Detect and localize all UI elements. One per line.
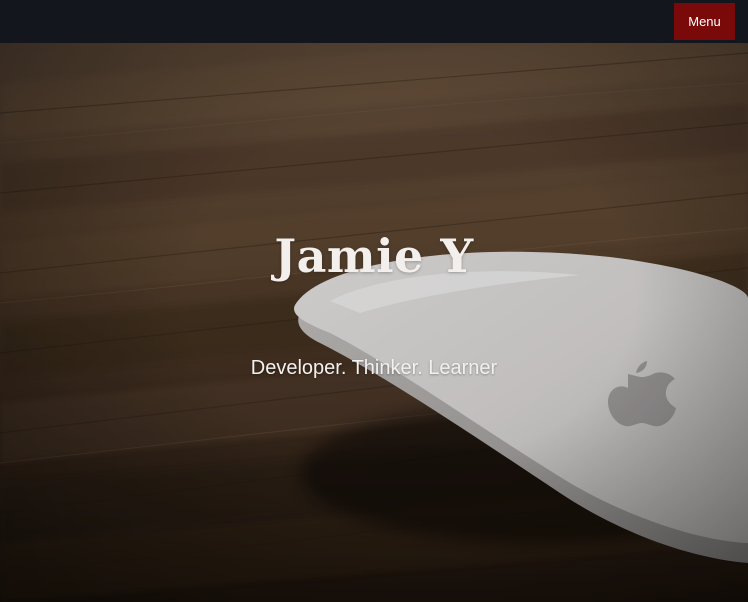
menu-button[interactable]: Menu — [674, 3, 735, 40]
hero-background-image — [0, 43, 748, 602]
hero-title: Jamie Y — [274, 229, 474, 283]
top-navbar: Menu — [0, 0, 748, 43]
hero-subtitle: Developer. Thinker. Learner — [250, 357, 498, 379]
page: Menu Jamie Y Developer. Thinker. Learner — [0, 0, 748, 602]
hero-section: Jamie Y Developer. Thinker. Learner — [0, 43, 748, 602]
